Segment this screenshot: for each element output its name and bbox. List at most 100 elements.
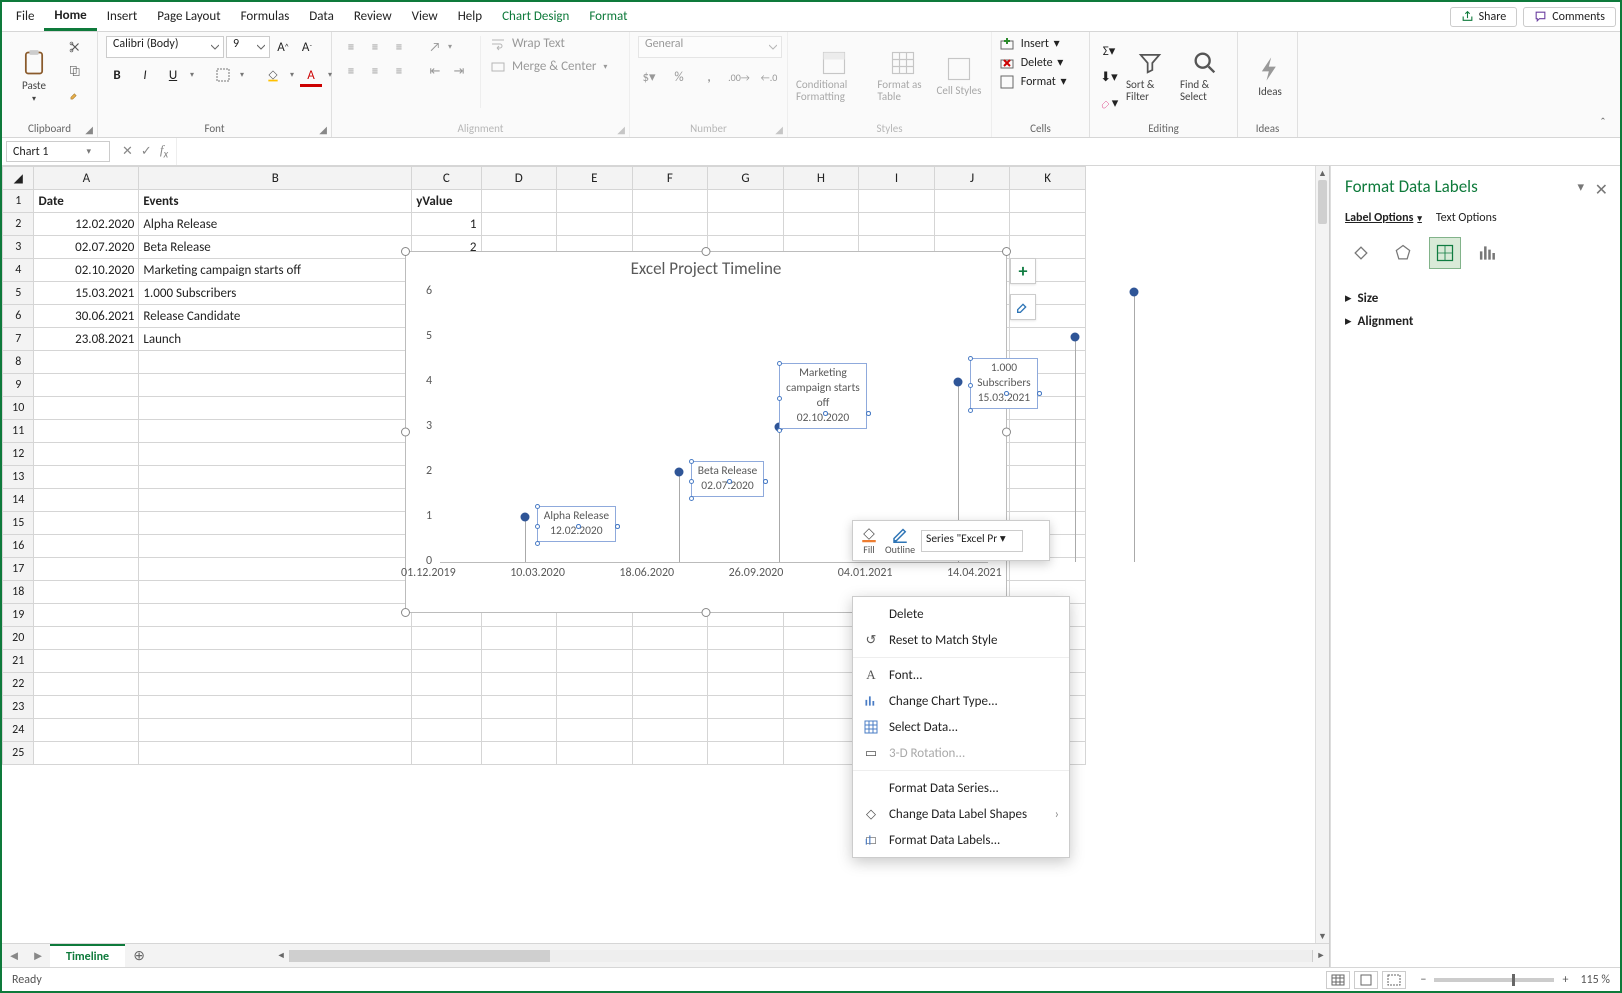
cell[interactable] — [708, 719, 784, 742]
format-cells-button[interactable]: Format ▾ — [1000, 74, 1067, 89]
tab-view[interactable]: View — [402, 2, 448, 31]
zoom-in-button[interactable]: + — [1562, 973, 1568, 987]
cell[interactable] — [481, 650, 557, 673]
tab-data[interactable]: Data — [299, 2, 344, 31]
cell[interactable] — [139, 673, 412, 696]
fill-button[interactable]: Fill — [859, 525, 879, 556]
cut-button[interactable] — [64, 36, 86, 58]
row-header[interactable]: 7 — [3, 328, 34, 351]
row-header[interactable]: 11 — [3, 420, 34, 443]
cell[interactable] — [139, 466, 412, 489]
cell[interactable] — [481, 627, 557, 650]
delete-cells-button[interactable]: Delete ▾ — [1000, 55, 1063, 70]
align-left-button[interactable]: ≡ — [340, 60, 362, 82]
row-header[interactable]: 20 — [3, 627, 34, 650]
row-header[interactable]: 23 — [3, 696, 34, 719]
row-header[interactable]: 17 — [3, 558, 34, 581]
cell[interactable] — [632, 719, 708, 742]
column-header[interactable]: A — [34, 167, 139, 190]
fill-color-button[interactable] — [262, 64, 284, 86]
data-label[interactable]: Alpha Release12.02.2020 — [537, 506, 616, 542]
tab-chart-design[interactable]: Chart Design — [492, 2, 579, 31]
tab-home[interactable]: Home — [44, 2, 96, 31]
cell[interactable] — [34, 466, 139, 489]
alignment-section[interactable]: ▸Alignment — [1345, 310, 1606, 333]
cell[interactable] — [783, 627, 859, 650]
cell[interactable] — [783, 673, 859, 696]
ctx-delete[interactable]: Delete — [853, 601, 1069, 627]
row-header[interactable]: 1 — [3, 190, 34, 213]
close-panel-button[interactable]: ✕ — [1595, 180, 1608, 200]
cell[interactable] — [34, 374, 139, 397]
cell[interactable] — [557, 650, 633, 673]
zoom-level[interactable]: 115 % — [1580, 973, 1610, 987]
cell[interactable]: Alpha Release — [139, 213, 412, 236]
resize-handle[interactable] — [702, 608, 711, 617]
cell[interactable] — [412, 719, 481, 742]
row-header[interactable]: 8 — [3, 351, 34, 374]
accounting-button[interactable]: $▾ — [638, 66, 660, 88]
data-label[interactable]: Marketingcampaign startsoff02.10.2020 — [779, 363, 867, 429]
comma-button[interactable]: , — [698, 66, 720, 88]
format-painter-button[interactable] — [64, 84, 86, 106]
cell[interactable] — [139, 650, 412, 673]
size-properties-tab[interactable] — [1429, 237, 1461, 269]
row-header[interactable]: 14 — [3, 489, 34, 512]
font-name-combo[interactable]: Calibri (Body) — [106, 36, 224, 58]
series-selector[interactable]: Series "Excel Pr ▾ — [921, 530, 1023, 552]
autosum-button[interactable]: Σ▾ — [1098, 40, 1120, 62]
scrollbar-thumb[interactable] — [290, 950, 550, 962]
row-header[interactable]: 19 — [3, 604, 34, 627]
zoom-out-button[interactable]: − — [1420, 973, 1426, 987]
column-header[interactable]: E — [557, 167, 633, 190]
scroll-up-button[interactable]: ▲ — [1316, 166, 1329, 180]
find-select-button[interactable]: Find & Select — [1180, 36, 1229, 116]
sort-filter-button[interactable]: Sort & Filter — [1126, 36, 1174, 116]
data-label[interactable]: 1.000 Subscribers15.03.2021 — [970, 358, 1037, 409]
cell[interactable]: 15.03.2021 — [34, 282, 139, 305]
row-header[interactable]: 12 — [3, 443, 34, 466]
column-header[interactable]: F — [632, 167, 708, 190]
cell[interactable] — [783, 696, 859, 719]
cell[interactable] — [708, 742, 784, 765]
cell[interactable] — [557, 719, 633, 742]
column-header[interactable]: H — [783, 167, 859, 190]
scroll-left-button[interactable]: ◄ — [273, 950, 289, 961]
ctx-change-chart-type[interactable]: Change Chart Type... — [853, 688, 1069, 714]
cell[interactable] — [34, 627, 139, 650]
resize-handle[interactable] — [1002, 247, 1011, 256]
vertical-scrollbar[interactable]: ▲ ▼ — [1315, 166, 1329, 943]
row-header[interactable]: 25 — [3, 742, 34, 765]
cell[interactable] — [139, 627, 412, 650]
cell[interactable] — [481, 719, 557, 742]
cell[interactable] — [632, 627, 708, 650]
cell[interactable]: Events — [139, 190, 412, 213]
label-options-tab[interactable]: Label Options ▾ — [1345, 211, 1422, 225]
add-sheet-button[interactable]: ⊕ — [125, 944, 153, 967]
column-header[interactable]: D — [481, 167, 557, 190]
cell[interactable]: Release Candidate — [139, 305, 412, 328]
cell[interactable] — [557, 742, 633, 765]
cell[interactable] — [139, 397, 412, 420]
resize-handle[interactable] — [702, 247, 711, 256]
cell[interactable] — [34, 397, 139, 420]
sheet-tab-timeline[interactable]: Timeline — [50, 944, 125, 967]
normal-view-button[interactable] — [1326, 971, 1350, 989]
cell[interactable]: 02.07.2020 — [34, 236, 139, 259]
column-header[interactable]: J — [934, 167, 1010, 190]
decrease-indent-button[interactable]: ⇤ — [424, 60, 446, 82]
cell[interactable] — [708, 650, 784, 673]
ctx-reset[interactable]: ↺Reset to Match Style — [853, 627, 1069, 653]
cell[interactable] — [139, 604, 412, 627]
cell[interactable] — [34, 696, 139, 719]
data-point[interactable] — [520, 513, 529, 522]
conditional-formatting-button[interactable]: Conditional Formatting — [796, 36, 871, 116]
cell[interactable] — [34, 742, 139, 765]
font-color-button[interactable]: A — [300, 64, 322, 86]
ctx-change-label-shapes[interactable]: ◇Change Data Label Shapes› — [853, 801, 1069, 827]
data-label[interactable]: Beta Release02.07.2020 — [691, 461, 765, 497]
cancel-formula-button[interactable]: ✕ — [122, 144, 133, 159]
underline-button[interactable]: U — [162, 64, 184, 86]
increase-indent-button[interactable]: ⇥ — [448, 60, 470, 82]
row-header[interactable]: 21 — [3, 650, 34, 673]
